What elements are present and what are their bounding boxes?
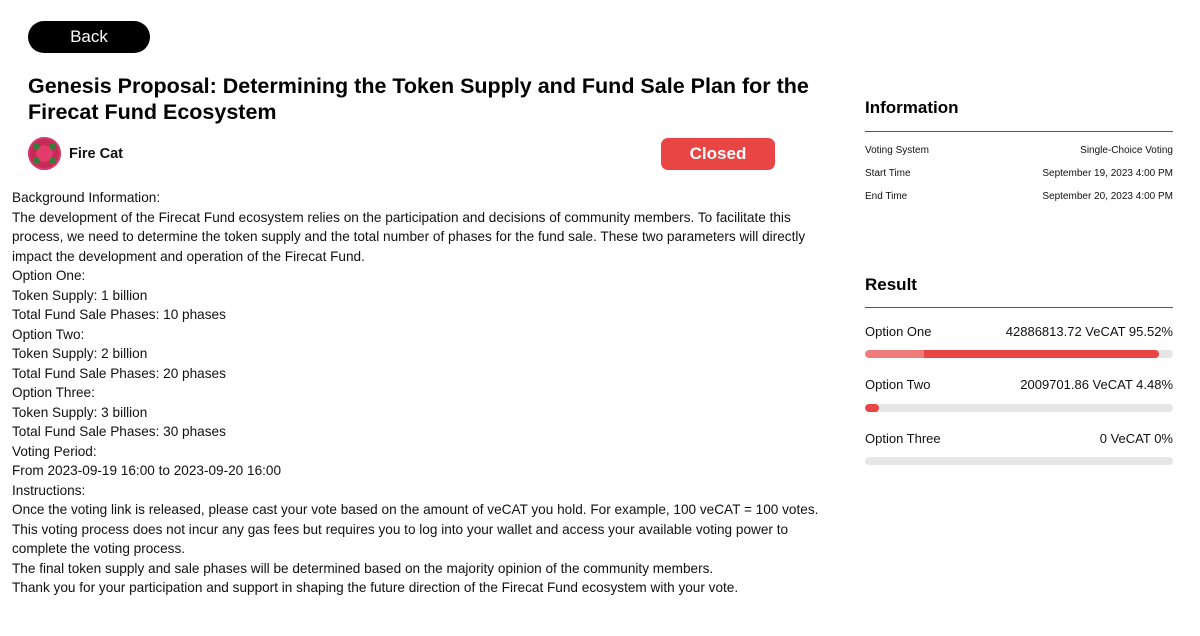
body-line: Total Fund Sale Phases: 10 phases: [12, 307, 226, 322]
result-divider: [865, 307, 1173, 308]
body-line: Instructions:: [12, 482, 86, 498]
body-line: complete the voting process.: [12, 541, 186, 556]
result-option-value: 42886813.72 VeCAT 95.52%: [1005, 324, 1173, 339]
body-line: Thank you for your participation and sup…: [12, 580, 739, 595]
proposal-body: Background Information: The development …: [12, 188, 819, 598]
result-option-label: Option Three: [865, 431, 941, 446]
result-option-two: Option Two 2009701.86 VeCAT 4.48%: [865, 377, 1173, 392]
body-line: Token Supply: 3 billion: [12, 404, 148, 420]
body-line: Option Three:: [12, 385, 95, 400]
info-row-voting-system: Voting System Single-Choice Voting: [865, 145, 1173, 156]
body-line: Option One:: [12, 268, 86, 283]
body-line: Token Supply: 1 billion: [12, 287, 148, 303]
body-line: Total Fund Sale Phases: 20 phases: [12, 365, 226, 381]
info-label: Voting System: [865, 145, 929, 156]
status-badge: Closed: [661, 138, 775, 170]
body-line: impact the development and operation of …: [12, 248, 365, 264]
info-label: Start Time: [865, 168, 911, 179]
result-progress-three: [865, 457, 1173, 465]
result-option-one: Option One 42886813.72 VeCAT 95.52%: [865, 324, 1173, 339]
result-option-value: 0 VeCAT 0%: [1099, 431, 1173, 446]
author-name[interactable]: Fire Cat: [69, 146, 123, 162]
information-divider: [865, 131, 1173, 132]
body-line: Once the voting link is released, please…: [12, 502, 819, 517]
body-line: From 2023-09-19 16:00 to 2023-09-20 16:0…: [12, 463, 282, 478]
result-title: Result: [865, 275, 917, 294]
info-row-start-time: Start Time September 19, 2023 4:00 PM: [865, 168, 1173, 179]
author[interactable]: Fire Cat: [28, 137, 123, 170]
info-row-end-time: End Time September 20, 2023 4:00 PM: [865, 191, 1173, 202]
info-value: September 19, 2023 4:00 PM: [1042, 168, 1173, 179]
information-title: Information: [865, 98, 959, 117]
body-line: Background Information:: [12, 190, 161, 205]
back-button[interactable]: Back: [28, 21, 150, 53]
result-progress-one: [865, 350, 1173, 358]
body-line: Total Fund Sale Phases: 30 phases: [12, 424, 226, 439]
body-line: Option Two:: [12, 326, 85, 342]
result-option-label: Option One: [865, 324, 932, 339]
result-option-label: Option Two: [865, 377, 931, 392]
result-progress-fill: [865, 404, 879, 412]
body-line: This voting process does not incur any g…: [12, 521, 789, 537]
result-option-value: 2009701.86 VeCAT 4.48%: [1020, 377, 1173, 392]
body-line: process, we need to determine the token …: [12, 229, 806, 244]
body-line: Token Supply: 2 billion: [12, 346, 148, 361]
info-value: September 20, 2023 4:00 PM: [1042, 191, 1173, 202]
result-progress-fill: [865, 350, 1160, 358]
proposal-title: Genesis Proposal: Determining the Token …: [28, 74, 809, 124]
result-progress-two: [865, 404, 1173, 412]
body-line: The final token supply and sale phases w…: [12, 560, 714, 576]
body-line: The development of the Firecat Fund ecos…: [12, 209, 791, 225]
info-label: End Time: [865, 191, 908, 202]
result-option-three: Option Three 0 VeCAT 0%: [865, 431, 1173, 446]
body-line: Voting Period:: [12, 443, 97, 459]
avatar: [28, 137, 61, 170]
info-value: Single-Choice Voting: [1080, 145, 1173, 156]
